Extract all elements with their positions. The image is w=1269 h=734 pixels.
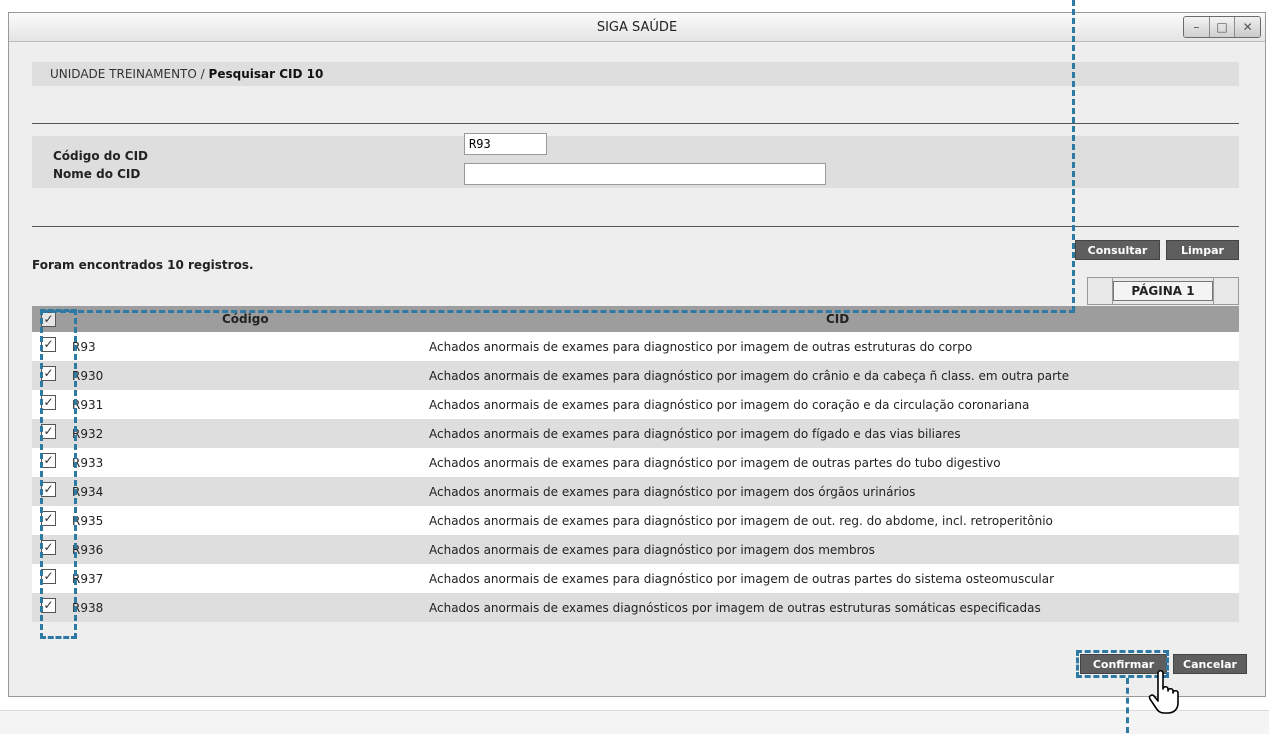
pager-next[interactable] [1213,278,1238,304]
hand-cursor-icon [1147,669,1183,721]
row-cid: Achados anormais de exames para diagnóst… [429,398,1030,412]
row-cid: Achados anormais de exames para diagnóst… [429,514,1053,528]
table-row[interactable]: ✓ R930 Achados anormais de exames para dia… [32,361,1239,390]
highlight-connector [42,310,1075,313]
table-row[interactable]: ✓ R937 Achados anormais de exames para dia… [32,564,1239,593]
cancelar-button[interactable]: Cancelar [1173,654,1247,674]
breadcrumb-unit: UNIDADE TREINAMENTO / [50,67,205,81]
breadcrumb-page: Pesquisar CID 10 [208,67,324,81]
row-cid: Achados anormais de exames diagnósticos … [429,601,1041,615]
header-code: Código [222,312,269,326]
row-cid: Achados anormais de exames para diagnóst… [429,572,1055,586]
table-body: ✓ R93 Achados anormais de exames para diag… [32,332,1239,622]
code-label: Código do CID [53,149,149,163]
row-cid: Achados anormais de exames para diagnóst… [429,369,1070,383]
close-icon[interactable]: ✕ [1234,17,1260,37]
consultar-button[interactable]: Consultar [1075,240,1160,260]
table-row[interactable]: ✓ R934 Achados anormais de exames para dia… [32,477,1239,506]
highlight-connector [1126,678,1129,733]
name-input[interactable] [464,163,826,185]
divider [32,123,1239,124]
table-row[interactable]: ✓ R938 Achados anormais de exames diagnóst… [32,593,1239,622]
results-table: ✓ Código CID ✓ R93 Achados anormais de exa… [32,306,1239,622]
highlight-connector [1072,0,1075,312]
row-cid: Achados anormais de exames para diagnóst… [429,543,875,557]
breadcrumb: UNIDADE TREINAMENTO / Pesquisar CID 10 [32,62,1239,86]
table-row[interactable]: ✓ R931 Achados anormais de exames para dia… [32,390,1239,419]
row-cid: Achados anormais de exames para diagnóst… [429,427,961,441]
table-row[interactable]: ✓ R936 Achados anormais de exames para dia… [32,535,1239,564]
bottom-strip [0,710,1269,734]
checkbox-column-highlight [40,309,77,639]
row-cid: Achados anormais de exames para diagnost… [429,340,973,354]
maximize-icon[interactable]: □ [1208,17,1235,37]
table-row[interactable]: ✓ R935 Achados anormais de exames para dia… [32,506,1239,535]
table-row[interactable]: ✓ R932 Achados anormais de exames para dia… [32,419,1239,448]
name-label: Nome do CID [53,167,141,181]
title-bar: SIGA SAÚDE – □ ✕ [9,13,1265,42]
table-row[interactable]: ✓ R933 Achados anormais de exames para dia… [32,448,1239,477]
row-cid: Achados anormais de exames para diagnóst… [429,456,1001,470]
results-summary: Foram encontrados 10 registros. [32,258,254,272]
page-label[interactable]: PÁGINA 1 [1113,281,1213,301]
limpar-button[interactable]: Limpar [1166,240,1239,260]
pager-prev[interactable] [1088,278,1113,304]
window-controls: – □ ✕ [1183,16,1261,38]
pagination: PÁGINA 1 [1087,277,1239,305]
table-row[interactable]: ✓ R93 Achados anormais de exames para diag… [32,332,1239,361]
divider [32,226,1239,227]
row-cid: Achados anormais de exames para diagnóst… [429,485,916,499]
minimize-icon[interactable]: – [1184,17,1209,37]
code-input[interactable] [464,133,547,155]
header-cid: CID [826,312,850,326]
search-form: Código do CID Nome do CID [32,133,1239,188]
window-title: SIGA SAÚDE [596,20,678,35]
